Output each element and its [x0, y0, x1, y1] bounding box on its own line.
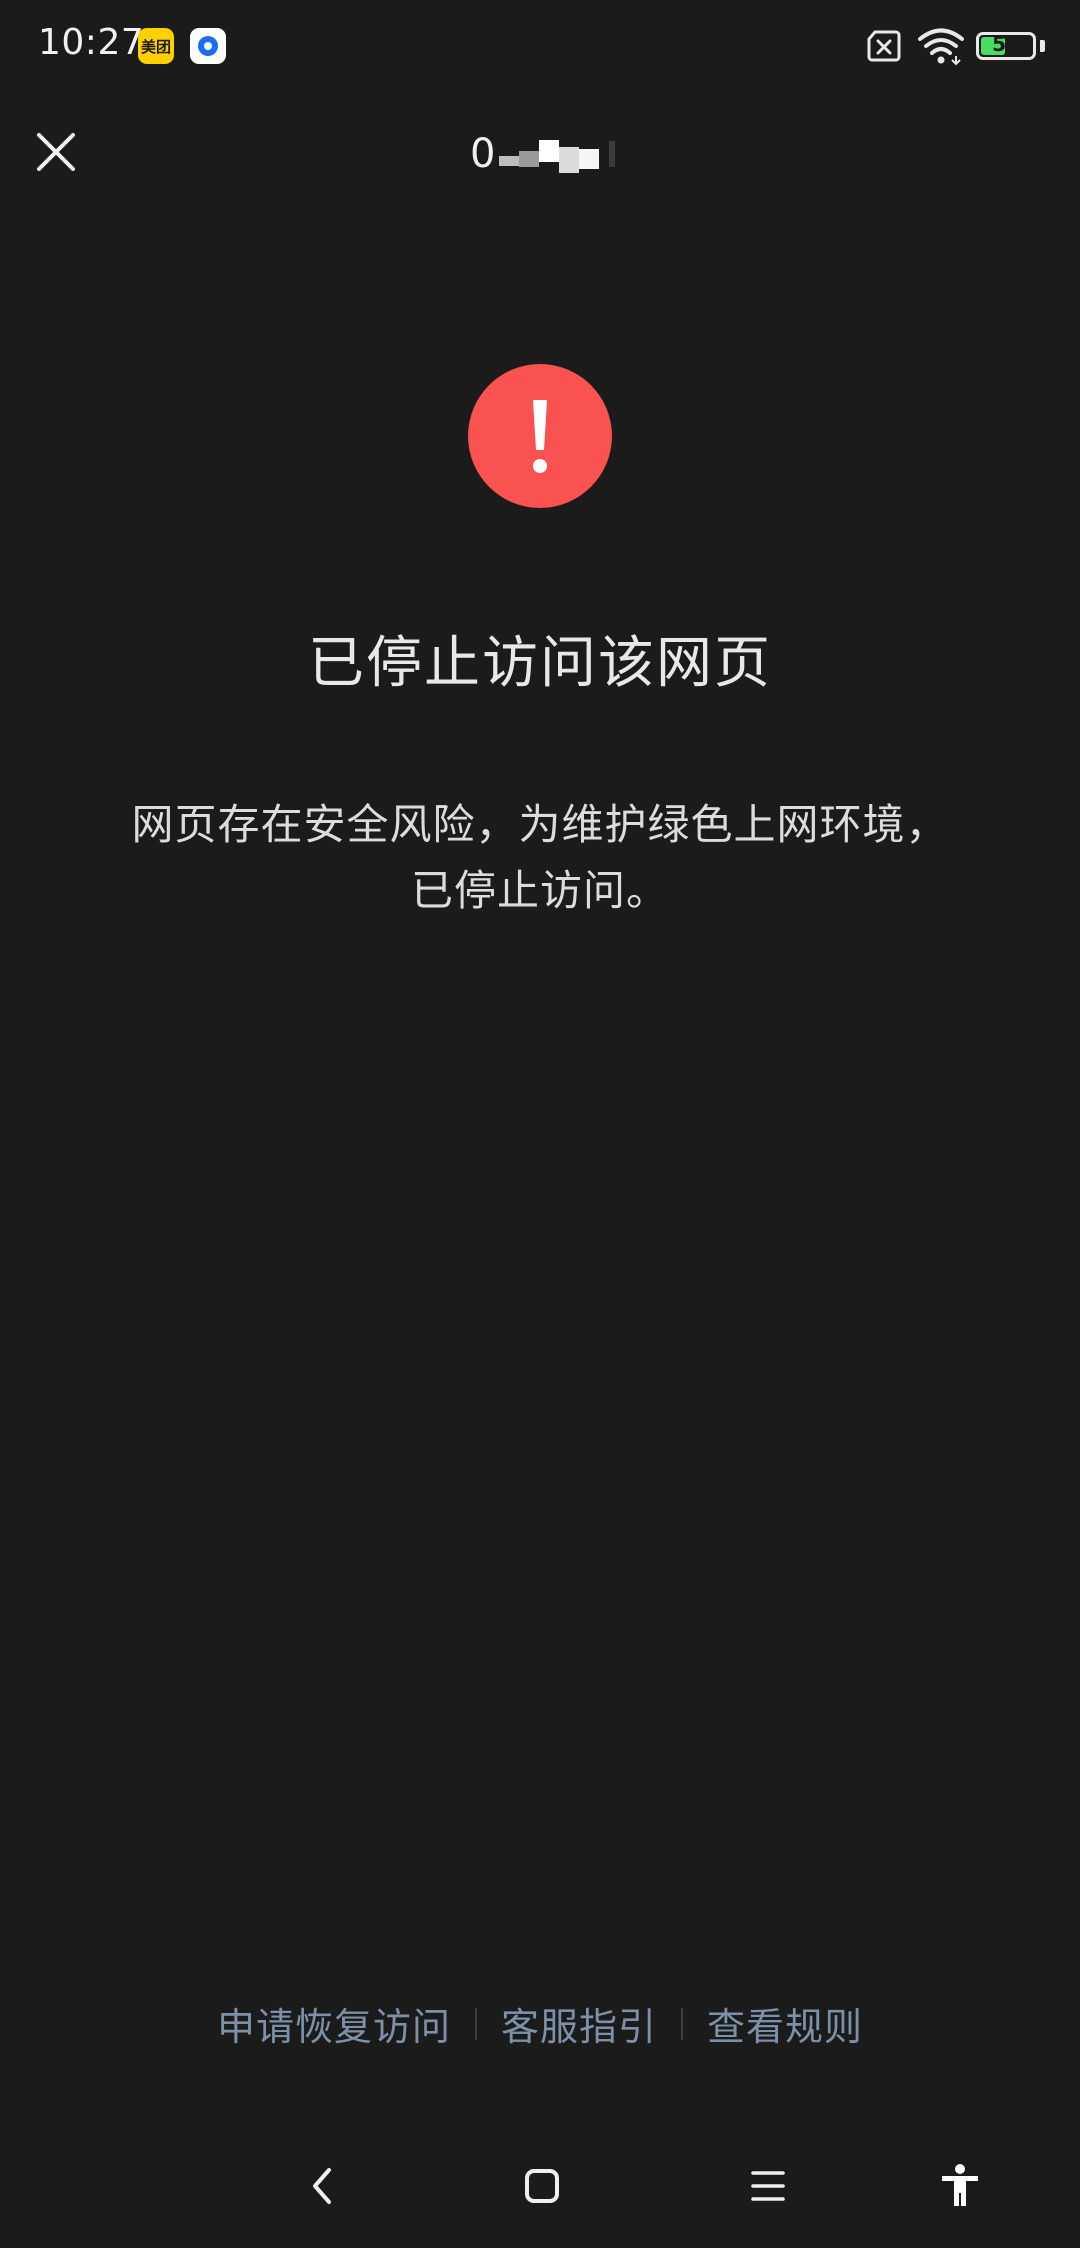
home-button[interactable] [506, 2150, 578, 2222]
browser-app-icon [190, 28, 226, 64]
warning-description-line-1: 网页存在安全风险，为维护绿色上网环境， [131, 800, 949, 849]
close-button[interactable] [28, 124, 84, 180]
view-rules-link[interactable]: 查看规则 [707, 1996, 863, 2051]
battery-level: 52 [992, 32, 1020, 56]
footer-links: 申请恢复访问 客服指引 查看规则 [0, 1996, 1080, 2051]
battery-tip [1040, 40, 1045, 52]
screen: 10:27 美团 52 0 已停止访问该网页 网页存在安全风险，为维护绿色上网环… [0, 0, 1080, 2248]
request-restore-access-link[interactable]: 申请恢复访问 [217, 1996, 451, 2051]
no-sim-icon [867, 30, 901, 62]
battery-icon: 52 [976, 32, 1036, 60]
footer-divider [474, 2007, 477, 2040]
back-icon [313, 2168, 331, 2204]
page-title: 0 [470, 124, 616, 184]
customer-service-guide-link[interactable]: 客服指引 [501, 1996, 657, 2051]
warning-description: 网页存在安全风险，为维护绿色上网环境， 已停止访问。 [90, 792, 990, 924]
footer-divider [681, 2007, 683, 2040]
exclamation-icon [533, 400, 547, 473]
close-icon [37, 133, 75, 171]
navigation-bar [0, 2140, 1080, 2230]
browser-app-dot [198, 36, 218, 56]
status-time: 10:27 [38, 22, 145, 63]
recent-apps-button[interactable] [732, 2150, 804, 2222]
meituan-app-icon: 美团 [138, 28, 174, 64]
accessibility-icon [942, 2164, 978, 2206]
warning-icon [468, 364, 612, 508]
menu-icon [751, 2171, 785, 2201]
status-bar: 10:27 美团 52 [0, 0, 1080, 96]
warning-title: 已停止访问该网页 [308, 631, 772, 696]
page-title-text: 0 [470, 131, 496, 177]
redacted-title-mosaic [499, 134, 616, 174]
back-button[interactable] [286, 2150, 358, 2222]
home-icon [525, 2169, 559, 2203]
accessibility-button[interactable] [924, 2150, 996, 2222]
warning-description-line-2: 已停止访问。 [410, 866, 669, 915]
meituan-app-label: 美团 [140, 37, 171, 56]
wifi-icon [918, 28, 964, 66]
